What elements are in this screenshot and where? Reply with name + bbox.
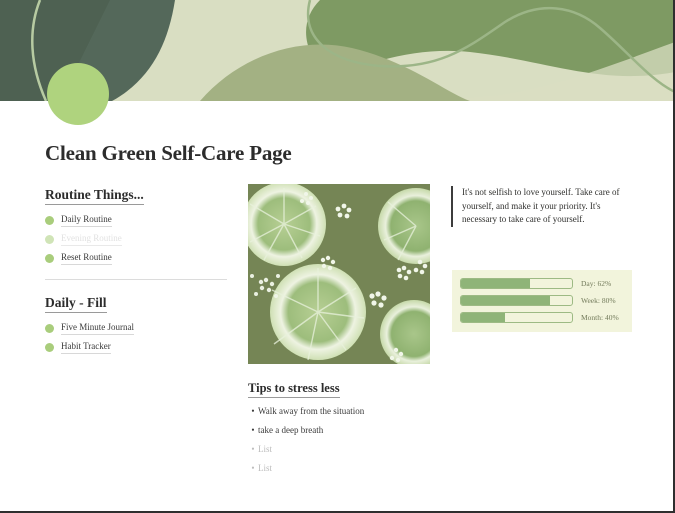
- self-care-page: Clean Green Self-Care Page Routine Thing…: [0, 0, 675, 513]
- daily-fill-item-label: Five Minute Journal: [61, 322, 134, 335]
- list-item[interactable]: Daily Routine: [45, 213, 227, 228]
- routine-heading: Routine Things...: [45, 187, 144, 205]
- tips-heading: Tips to stress less: [248, 381, 340, 398]
- avatar[interactable]: [47, 63, 109, 125]
- progress-label-month: Month: 40%: [581, 313, 619, 322]
- list-item[interactable]: • List: [248, 444, 463, 455]
- list-item[interactable]: • Walk away from the situation: [248, 406, 463, 417]
- left-column: Routine Things... Daily Routine Evening …: [45, 186, 227, 359]
- progress-row-week[interactable]: Week: 80%: [460, 294, 624, 307]
- daily-fill-item-label: Habit Tracker: [61, 341, 111, 354]
- routine-item-label: Daily Routine: [61, 214, 112, 227]
- daily-fill-heading: Daily - Fill: [45, 295, 107, 313]
- routine-item-label: Evening Routine: [61, 233, 122, 246]
- list-item[interactable]: Evening Routine: [45, 232, 227, 247]
- bullet-dot-icon: [45, 235, 54, 244]
- list-item[interactable]: • List: [248, 463, 463, 474]
- limes-photo-artwork: [248, 184, 430, 364]
- list-item[interactable]: Habit Tracker: [45, 340, 227, 355]
- bullet-icon: •: [251, 406, 255, 416]
- bullet-dot-icon: [45, 254, 54, 263]
- bullet-dot-icon: [45, 216, 54, 225]
- tip-label: Walk away from the situation: [258, 406, 365, 416]
- tips-section: Tips to stress less • Walk away from the…: [248, 379, 463, 482]
- bullet-icon: •: [251, 425, 255, 435]
- bullet-icon: •: [251, 463, 255, 473]
- progress-card: Day: 62% Week: 80% Month: 40%: [452, 270, 632, 332]
- bullet-dot-icon: [45, 324, 54, 333]
- list-item[interactable]: • take a deep breath: [248, 425, 463, 436]
- progress-row-month[interactable]: Month: 40%: [460, 311, 624, 324]
- limes-photo: [248, 184, 430, 364]
- daily-fill-list: Five Minute Journal Habit Tracker: [45, 321, 227, 355]
- progress-bar-month-fill: [461, 313, 506, 322]
- tip-label: take a deep breath: [258, 425, 324, 435]
- progress-bar-month[interactable]: [460, 312, 573, 323]
- progress-label-day: Day: 62%: [581, 279, 612, 288]
- routine-item-label: Reset Routine: [61, 252, 112, 265]
- bullet-dot-icon: [45, 343, 54, 352]
- quote-block: It's not selfish to love yourself. Take …: [451, 186, 623, 227]
- progress-bar-week[interactable]: [460, 295, 573, 306]
- progress-label-week: Week: 80%: [581, 296, 616, 305]
- section-divider: [45, 279, 227, 280]
- tips-list: • Walk away from the situation • take a …: [248, 406, 463, 474]
- progress-bar-week-fill: [461, 296, 550, 305]
- progress-row-day[interactable]: Day: 62%: [460, 277, 624, 290]
- progress-bar-day[interactable]: [460, 278, 573, 289]
- progress-bar-day-fill: [461, 279, 530, 288]
- tip-label: List: [258, 463, 273, 473]
- page-title: Clean Green Self-Care Page: [45, 141, 292, 165]
- tip-label: List: [258, 444, 273, 454]
- list-item[interactable]: Five Minute Journal: [45, 321, 227, 336]
- bullet-icon: •: [251, 444, 255, 454]
- list-item[interactable]: Reset Routine: [45, 251, 227, 266]
- routine-list: Daily Routine Evening Routine Reset Rout…: [45, 213, 227, 266]
